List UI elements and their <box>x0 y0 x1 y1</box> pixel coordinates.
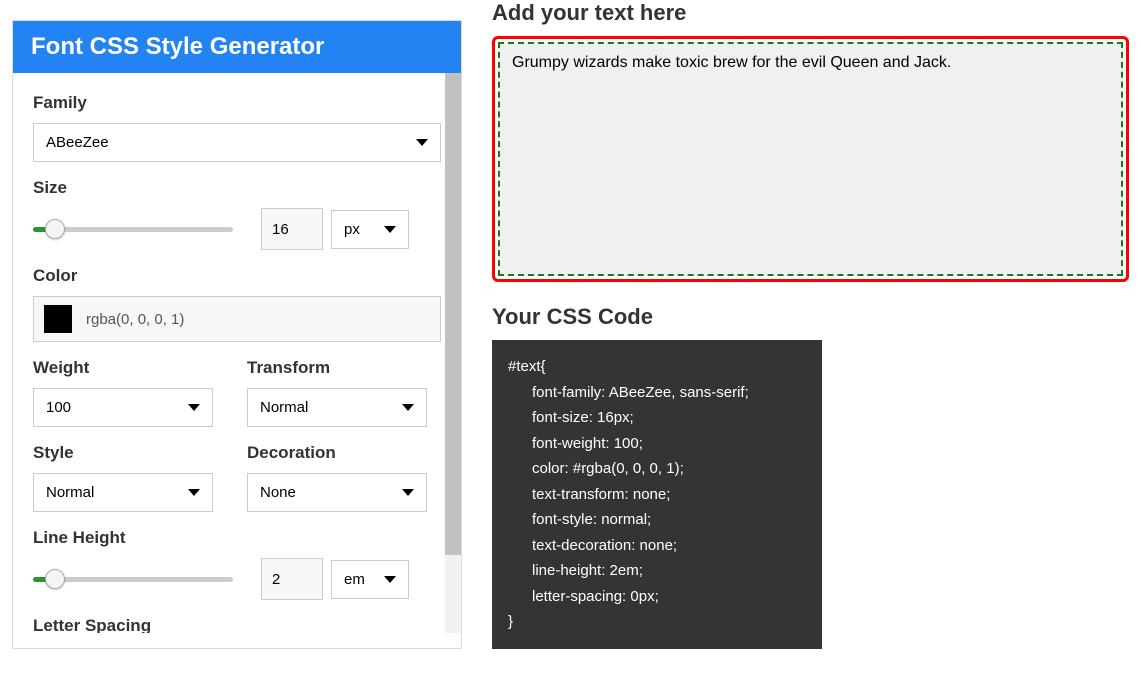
chevron-down-icon <box>384 576 396 583</box>
preview-text-area[interactable]: Grumpy wizards make toxic brew for the e… <box>498 42 1123 276</box>
preview-box: Grumpy wizards make toxic brew for the e… <box>492 36 1129 282</box>
chevron-down-icon <box>416 139 428 146</box>
transform-value: Normal <box>260 399 308 416</box>
color-value: rgba(0, 0, 0, 1) <box>86 311 184 328</box>
decoration-label: Decoration <box>247 443 441 463</box>
size-slider[interactable] <box>33 217 233 241</box>
size-unit-value: px <box>344 221 360 238</box>
panel-title: Font CSS Style Generator <box>13 21 461 73</box>
scrollbar[interactable] <box>445 73 461 633</box>
css-line: font-style: normal; <box>508 507 806 533</box>
letterspacing-label: Letter Spacing <box>33 616 441 633</box>
lineheight-input[interactable] <box>261 558 323 600</box>
css-line: text-transform: none; <box>508 482 806 508</box>
style-label: Style <box>33 443 227 463</box>
lineheight-unit-value: em <box>344 571 365 588</box>
decoration-select[interactable]: None <box>247 473 427 512</box>
css-output[interactable]: #text{ font-family: ABeeZee, sans-serif;… <box>492 340 822 649</box>
chevron-down-icon <box>402 404 414 411</box>
slider-thumb-icon[interactable] <box>45 569 65 589</box>
decoration-value: None <box>260 484 296 501</box>
chevron-down-icon <box>384 226 396 233</box>
transform-label: Transform <box>247 358 441 378</box>
lineheight-slider[interactable] <box>33 567 233 591</box>
size-label: Size <box>33 178 441 198</box>
color-label: Color <box>33 266 441 286</box>
family-value: ABeeZee <box>46 134 109 151</box>
chevron-down-icon <box>188 404 200 411</box>
css-line: font-size: 16px; <box>508 405 806 431</box>
family-select[interactable]: ABeeZee <box>33 123 441 162</box>
css-line: font-family: ABeeZee, sans-serif; <box>508 380 806 406</box>
slider-thumb-icon[interactable] <box>45 219 65 239</box>
weight-select[interactable]: 100 <box>33 388 213 427</box>
css-line: line-height: 2em; <box>508 558 806 584</box>
css-heading: Your CSS Code <box>492 304 1129 330</box>
css-line: color: #rgba(0, 0, 0, 1); <box>508 456 806 482</box>
color-swatch[interactable] <box>44 305 72 333</box>
scrollbar-thumb[interactable] <box>445 73 461 555</box>
size-unit-select[interactable]: px <box>331 210 409 249</box>
css-line: } <box>508 609 806 635</box>
preview-heading: Add your text here <box>492 0 1129 26</box>
css-line: #text{ <box>508 354 806 380</box>
chevron-down-icon <box>402 489 414 496</box>
transform-select[interactable]: Normal <box>247 388 427 427</box>
color-input[interactable]: rgba(0, 0, 0, 1) <box>33 296 441 342</box>
weight-value: 100 <box>46 399 71 416</box>
generator-panel: Font CSS Style Generator Family ABeeZee … <box>12 20 462 649</box>
css-line: font-weight: 100; <box>508 431 806 457</box>
style-select[interactable]: Normal <box>33 473 213 512</box>
style-value: Normal <box>46 484 94 501</box>
family-label: Family <box>33 93 441 113</box>
weight-label: Weight <box>33 358 227 378</box>
size-input[interactable] <box>261 208 323 250</box>
lineheight-unit-select[interactable]: em <box>331 560 409 599</box>
chevron-down-icon <box>188 489 200 496</box>
css-line: text-decoration: none; <box>508 533 806 559</box>
lineheight-label: Line Height <box>33 528 441 548</box>
css-line: letter-spacing: 0px; <box>508 584 806 610</box>
preview-text: Grumpy wizards make toxic brew for the e… <box>512 54 951 71</box>
